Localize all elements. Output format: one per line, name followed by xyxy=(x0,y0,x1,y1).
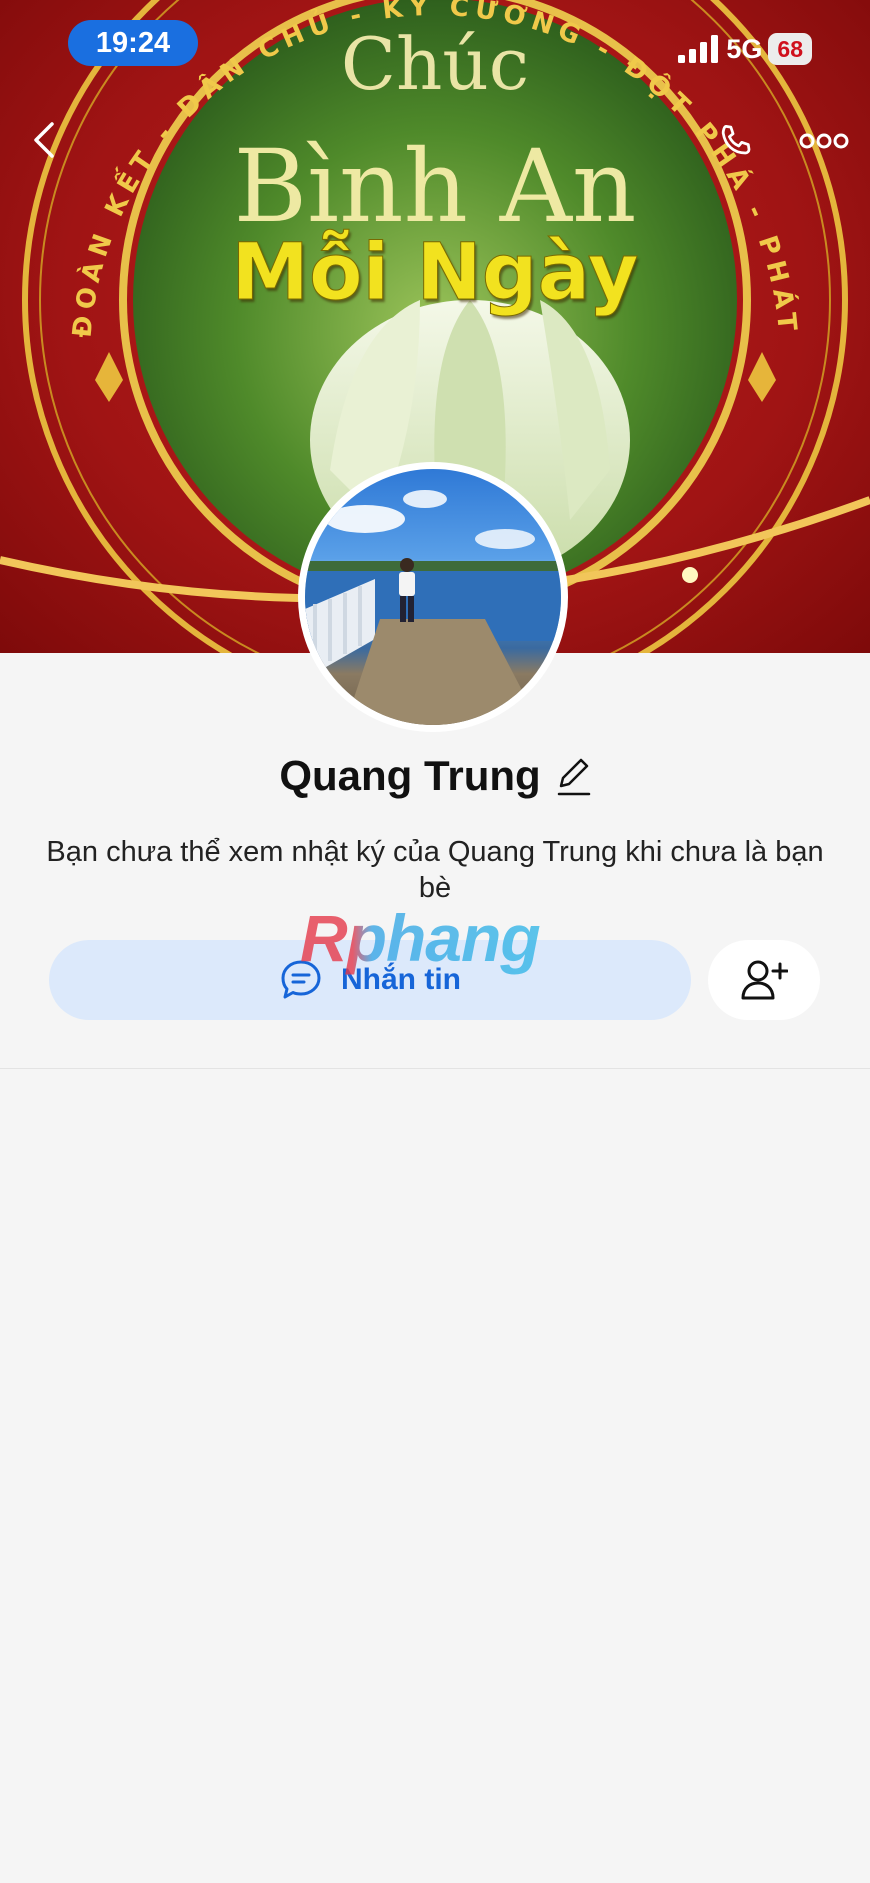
profile-name: Quang Trung xyxy=(279,752,541,799)
cover-line-3: Mỗi Ngày xyxy=(231,228,639,319)
chevron-left-icon xyxy=(34,122,54,158)
back-button[interactable] xyxy=(24,116,64,164)
signal-icon xyxy=(678,35,719,63)
phone-icon xyxy=(721,125,751,155)
pencil-icon[interactable] xyxy=(555,756,591,796)
more-options-button[interactable] xyxy=(798,126,850,156)
add-friend-button[interactable] xyxy=(708,940,820,1020)
privacy-notice: Bạn chưa thể xem nhật ký của Quang Trung… xyxy=(46,836,824,904)
watermark-logo: Rphang xyxy=(300,901,541,975)
avatar[interactable] xyxy=(298,462,568,732)
call-button[interactable] xyxy=(712,118,760,166)
status-time: 19:24 xyxy=(68,20,198,66)
avatar-photo xyxy=(305,490,561,725)
profile-name-row: Quang Trung xyxy=(0,752,870,800)
network-type: 5G xyxy=(726,33,763,64)
more-dots-icon xyxy=(799,133,849,149)
status-indicators: 5G 68 xyxy=(678,26,812,72)
add-friend-icon xyxy=(741,960,788,1000)
battery-level: 68 xyxy=(768,33,812,65)
section-divider xyxy=(0,1068,870,1069)
